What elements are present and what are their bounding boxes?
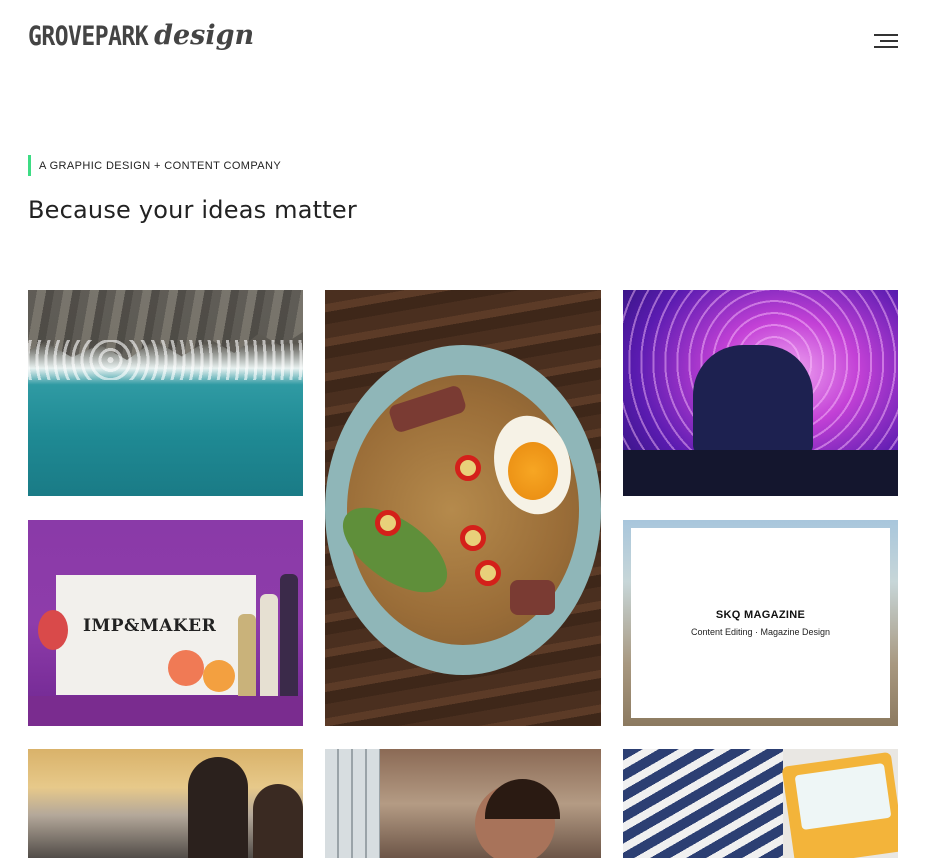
person-silhouette xyxy=(253,784,303,858)
site-logo[interactable]: GROVEPARK design xyxy=(28,20,255,52)
portfolio-tile-dj[interactable] xyxy=(623,290,898,496)
bottle xyxy=(280,574,298,704)
orange xyxy=(203,660,235,692)
portfolio-tile-fitness[interactable] xyxy=(325,749,601,858)
waves-graphic xyxy=(28,340,303,380)
athlete-hair xyxy=(485,779,560,819)
logo-script-word: design xyxy=(154,20,255,51)
portfolio-tile-eggs[interactable] xyxy=(623,749,898,858)
bottle xyxy=(238,614,256,704)
dj-deck xyxy=(623,450,898,496)
grapefruit xyxy=(168,650,204,686)
chili-slice xyxy=(475,560,501,586)
portfolio-tile-noodle-bowl[interactable] xyxy=(325,290,601,726)
tagline: A GRAPHIC DESIGN + CONTENT COMPANY xyxy=(28,155,281,176)
portfolio-tile-sunset[interactable] xyxy=(28,749,303,858)
portfolio-tile-skq-magazine[interactable]: SKQ MAGAZINE Content Editing · Magazine … xyxy=(623,520,898,726)
page-headline: Because your ideas matter xyxy=(28,196,357,224)
imp-maker-label: IMP&MAKER xyxy=(83,616,217,636)
project-services: Content Editing · Magazine Design xyxy=(690,627,831,637)
bottle xyxy=(260,594,278,704)
chili-slice xyxy=(460,525,486,551)
dj-silhouette xyxy=(693,345,813,455)
chili-slice xyxy=(375,510,401,536)
portfolio-tile-coastline[interactable] xyxy=(28,290,303,496)
portfolio-tile-imp-maker[interactable]: IMP&MAKER xyxy=(28,520,303,726)
egg-yolk xyxy=(508,442,558,500)
table-surface xyxy=(28,696,303,726)
hamburger-menu-icon[interactable] xyxy=(870,32,900,52)
glass-drink xyxy=(38,610,68,650)
window-graphic xyxy=(325,749,380,858)
project-title: SKQ MAGAZINE xyxy=(715,609,806,621)
person-silhouette xyxy=(188,757,248,858)
project-info-card: SKQ MAGAZINE Content Editing · Magazine … xyxy=(631,528,890,718)
chili-slice xyxy=(455,455,481,481)
striped-cloth xyxy=(623,749,783,858)
logo-wordmark: GROVEPARK xyxy=(28,22,149,52)
beef-slice xyxy=(510,580,555,615)
